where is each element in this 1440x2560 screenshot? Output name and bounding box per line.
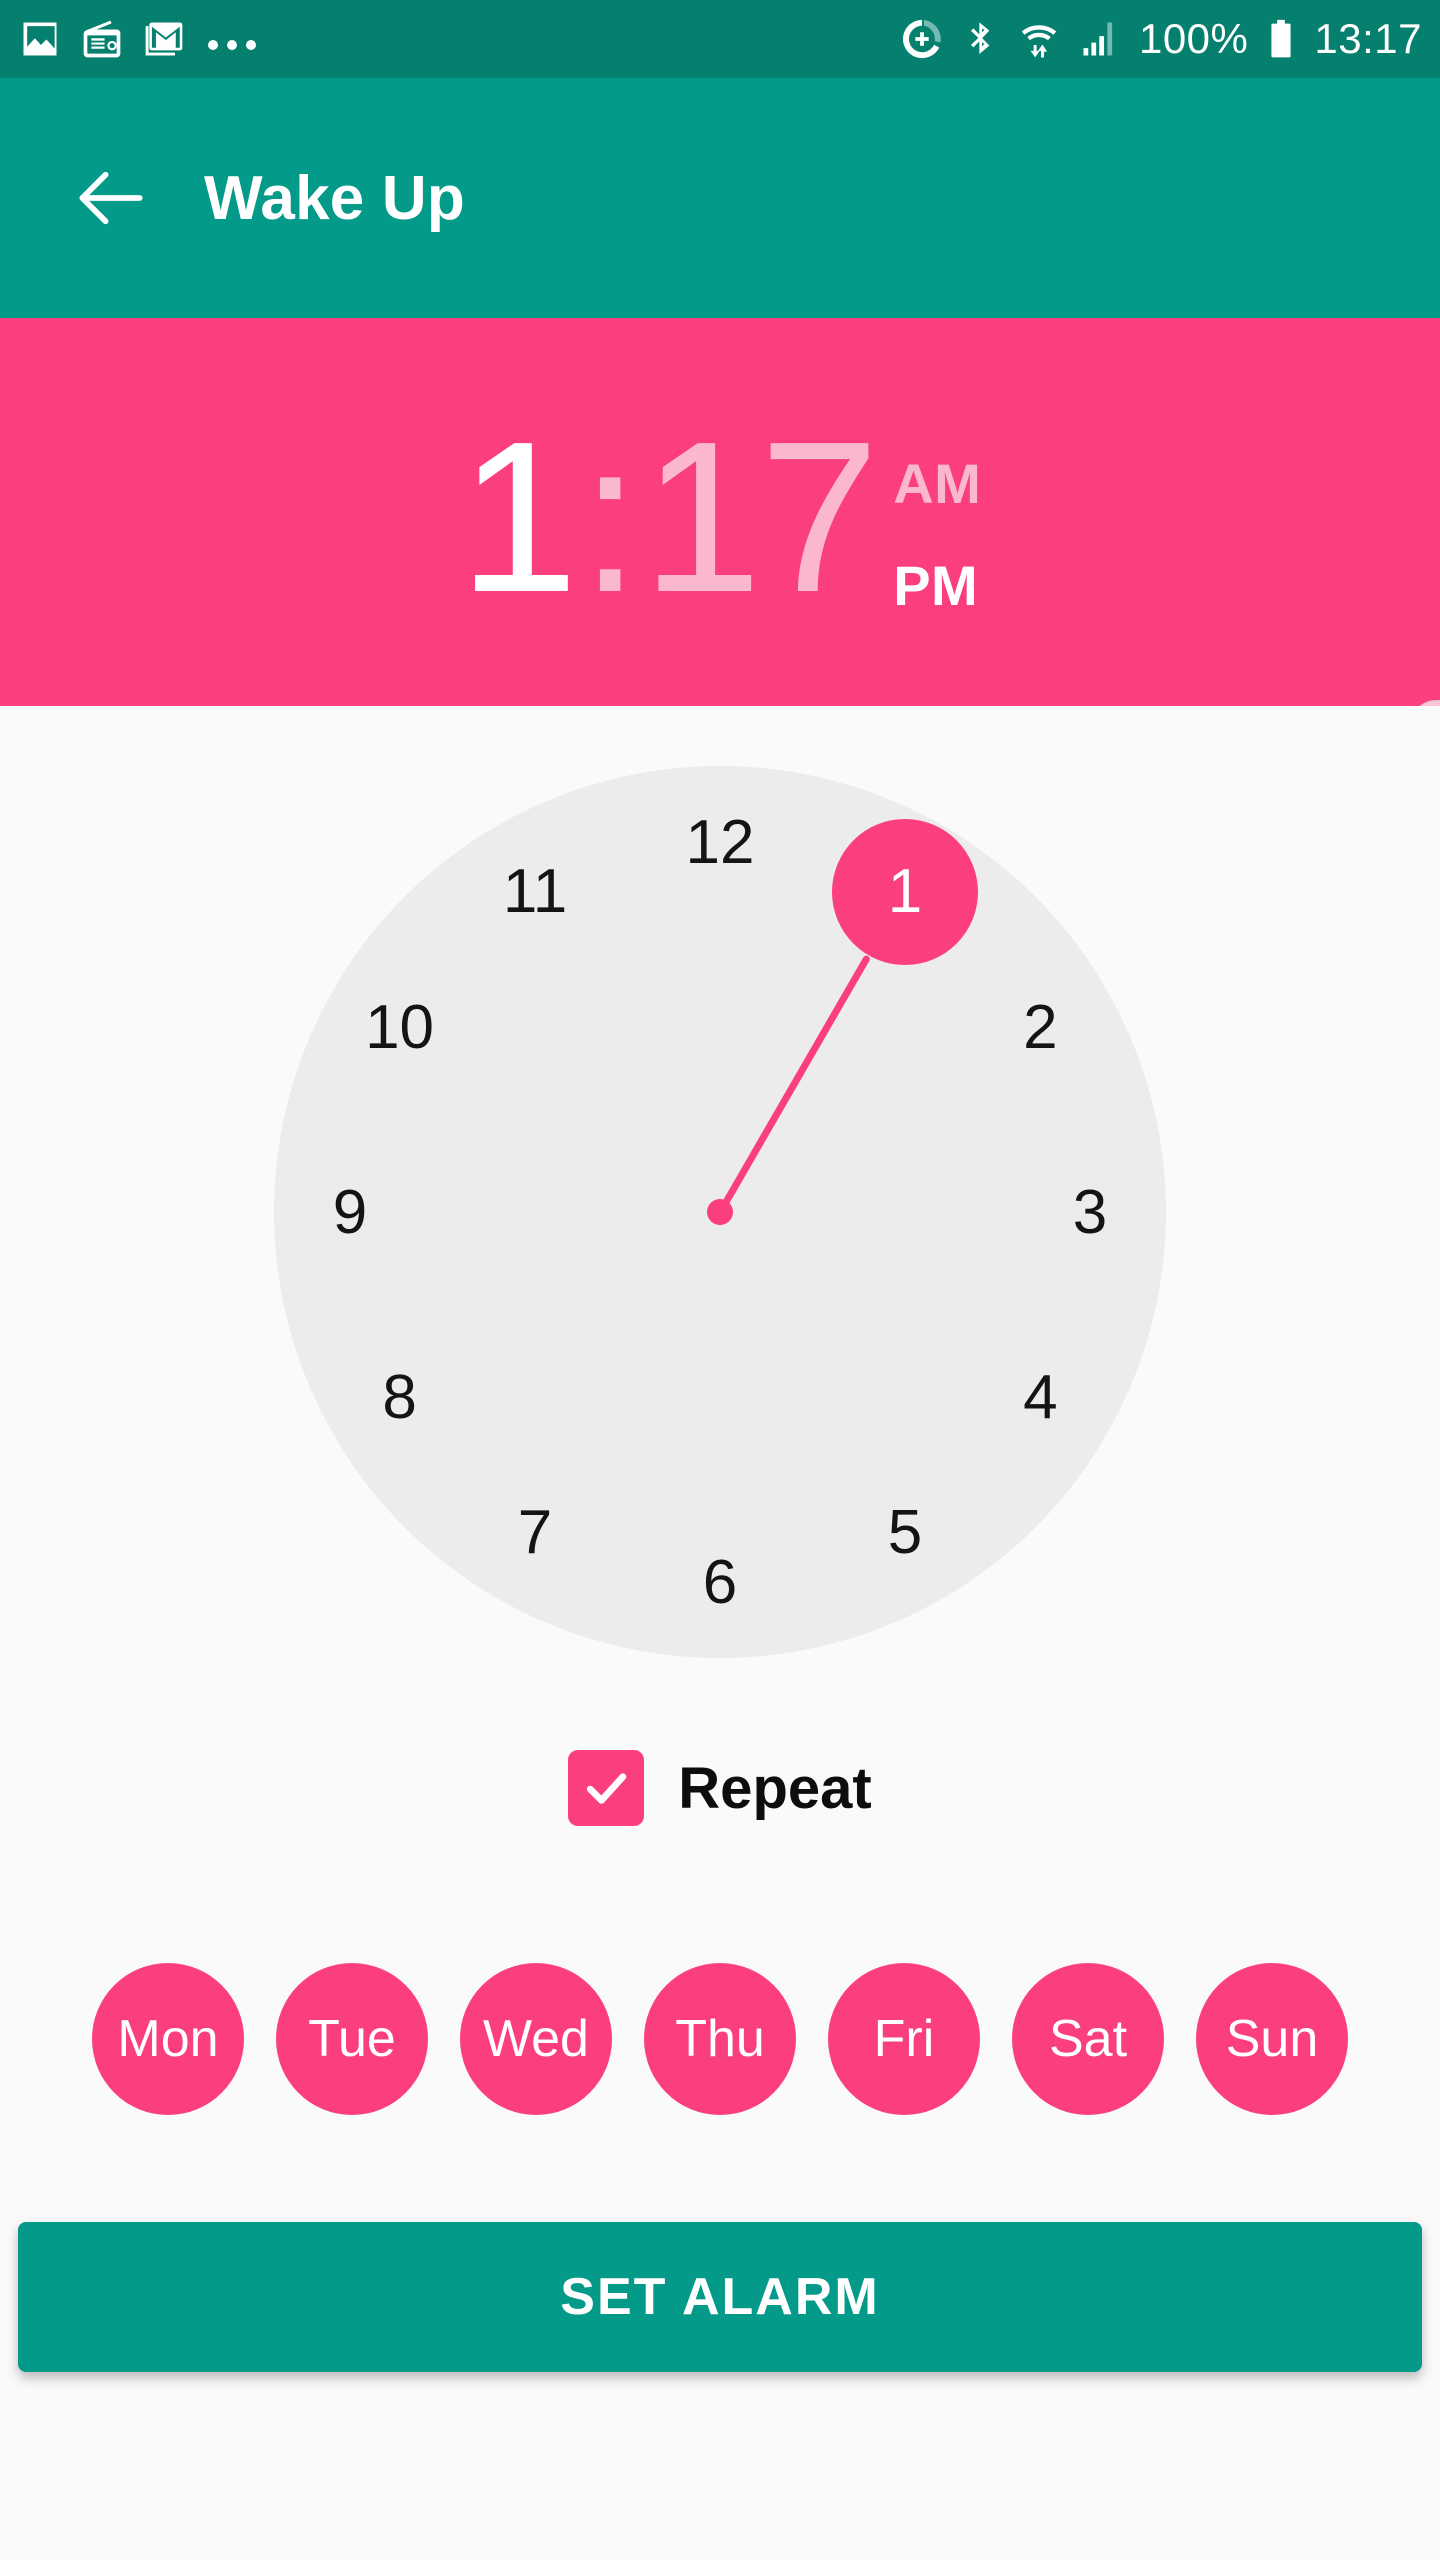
time-separator: : (580, 395, 640, 637)
pm-option[interactable]: PM (893, 553, 981, 619)
repeat-label: Repeat (678, 1755, 872, 1821)
status-bar-clock: 13:17 (1314, 15, 1422, 62)
time-display-header: 1 : 17 AM PM (0, 318, 1440, 706)
day-chip-sat[interactable]: Sat (1012, 1963, 1164, 2115)
minute-value[interactable]: 17 (642, 409, 879, 624)
clock-number[interactable]: 11 (485, 842, 585, 942)
more-notifications-icon (208, 40, 256, 50)
clock-number[interactable]: 6 (670, 1532, 770, 1632)
clock-number[interactable]: 7 (485, 1482, 585, 1582)
repeat-row: Repeat (0, 1750, 1440, 1826)
clock-number[interactable]: 9 (300, 1162, 400, 1262)
am-option[interactable]: AM (893, 451, 981, 517)
status-bar-right: 100% 13:17 (899, 16, 1422, 62)
hour-value[interactable]: 1 (459, 409, 579, 624)
clock-number[interactable]: 5 (855, 1482, 955, 1582)
clock-number[interactable]: 2 (990, 977, 1090, 1077)
clock-number-selected[interactable]: 1 (832, 818, 978, 965)
check-icon (587, 1773, 627, 1804)
time-digits: 1 : 17 (459, 395, 879, 637)
day-chip-sun[interactable]: Sun (1196, 1963, 1348, 2115)
back-button[interactable] (56, 143, 166, 253)
status-bar-left (18, 17, 256, 61)
am-pm-selector: AM PM (893, 451, 981, 619)
gallery-icon (23, 22, 57, 56)
time-display: 1 : 17 AM PM (459, 395, 982, 637)
repeat-checkbox[interactable] (568, 1750, 645, 1826)
day-chip-thu[interactable]: Thu (644, 1963, 796, 2115)
clock-center-dot (707, 1199, 733, 1225)
radio-icon (83, 20, 121, 58)
clock-picker[interactable]: 12 1 2 3 4 5 6 7 8 9 10 11 (0, 706, 1440, 1706)
wifi-icon (1021, 25, 1057, 58)
clock-number[interactable]: 3 (1040, 1162, 1140, 1262)
day-chip-mon[interactable]: Mon (92, 1963, 244, 2115)
clock-number[interactable]: 8 (350, 1347, 450, 1447)
page-title: Wake Up (204, 163, 465, 233)
signal-icon (1083, 22, 1113, 56)
clock-number[interactable]: 4 (990, 1347, 1090, 1447)
gmail-icon (145, 22, 183, 56)
set-alarm-button[interactable]: SET ALARM (18, 2222, 1422, 2372)
app-bar: Wake Up (0, 78, 1440, 318)
arrow-left-icon (79, 171, 143, 225)
day-chip-wed[interactable]: Wed (460, 1963, 612, 2115)
data-saver-icon (902, 19, 941, 59)
clock-number[interactable]: 12 (670, 792, 770, 892)
status-bar: 100% 13:17 (0, 0, 1440, 78)
days-row: Mon Tue Wed Thu Fri Sat Sun (0, 1963, 1440, 2115)
battery-percent-label: 100% (1138, 15, 1249, 62)
battery-icon (1271, 19, 1291, 58)
clock-number[interactable]: 10 (350, 977, 450, 1077)
day-chip-tue[interactable]: Tue (276, 1963, 428, 2115)
day-chip-fri[interactable]: Fri (828, 1963, 980, 2115)
bluetooth-icon (970, 22, 990, 54)
